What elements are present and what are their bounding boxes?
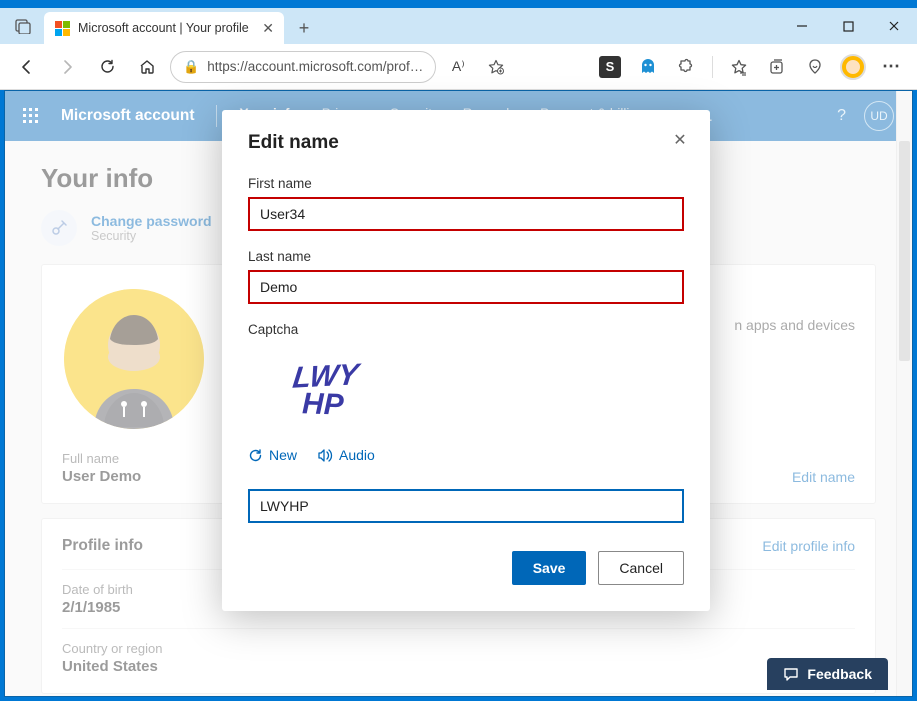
- captcha-new-label: New: [269, 447, 297, 463]
- last-name-input[interactable]: [248, 270, 684, 304]
- new-tab-button[interactable]: +: [290, 14, 318, 42]
- captcha-audio-button[interactable]: Audio: [317, 447, 375, 463]
- tab-title: Microsoft account | Your profile: [78, 21, 249, 35]
- cancel-button[interactable]: Cancel: [598, 551, 684, 585]
- browser-toolbar: 🔒 https://account.microsoft.com/prof… A⁾…: [0, 44, 917, 90]
- captcha-new-button[interactable]: New: [248, 447, 297, 463]
- first-name-input[interactable]: [248, 197, 684, 231]
- last-name-label: Last name: [248, 249, 684, 264]
- favorites-list-button[interactable]: [723, 51, 755, 83]
- nav-back-button[interactable]: [10, 50, 44, 84]
- chat-icon: [783, 666, 799, 682]
- lock-icon: 🔒: [183, 59, 199, 75]
- collections-button[interactable]: [761, 51, 793, 83]
- modal-close-button[interactable]: ✕: [668, 128, 692, 152]
- window-minimize-button[interactable]: [779, 8, 825, 44]
- captcha-image: LWY HP: [241, 343, 408, 439]
- modal-title: Edit name: [248, 132, 684, 154]
- toolbar-divider: [712, 56, 713, 78]
- captcha-input[interactable]: [248, 489, 684, 523]
- browser-tab-strip: Microsoft account | Your profile ✕ +: [0, 8, 917, 44]
- feedback-button[interactable]: Feedback: [767, 658, 888, 690]
- browser-essentials-button[interactable]: [799, 51, 831, 83]
- edit-name-modal: ✕ Edit name First name Last name Captcha…: [222, 110, 710, 611]
- captcha-audio-label: Audio: [339, 447, 375, 463]
- nav-refresh-button[interactable]: [90, 50, 124, 84]
- favorites-add-button[interactable]: [480, 51, 512, 83]
- ext-s-button[interactable]: S: [594, 51, 626, 83]
- url-bar[interactable]: 🔒 https://account.microsoft.com/prof…: [170, 51, 436, 83]
- first-name-label: First name: [248, 176, 684, 191]
- extensions-button[interactable]: [670, 51, 702, 83]
- feedback-label: Feedback: [807, 666, 872, 682]
- profile-avatar-button[interactable]: [837, 51, 869, 83]
- browser-menu-button[interactable]: ⋯: [875, 51, 907, 83]
- refresh-icon: [248, 448, 263, 463]
- window-close-button[interactable]: [871, 8, 917, 44]
- url-text: https://account.microsoft.com/prof…: [207, 59, 423, 74]
- save-button[interactable]: Save: [512, 551, 587, 585]
- tab-actions-icon[interactable]: [6, 12, 40, 40]
- reader-mode-button[interactable]: A⁾: [442, 51, 474, 83]
- nav-forward-button[interactable]: [50, 50, 84, 84]
- ext-ghost-button[interactable]: [632, 51, 664, 83]
- browser-tab-active[interactable]: Microsoft account | Your profile ✕: [44, 12, 284, 44]
- window-maximize-button[interactable]: [825, 8, 871, 44]
- audio-icon: [317, 448, 333, 463]
- captcha-label: Captcha: [248, 322, 684, 337]
- ms-favicon-icon: [54, 20, 70, 36]
- tab-close-icon[interactable]: ✕: [262, 20, 274, 37]
- nav-home-button[interactable]: [130, 50, 164, 84]
